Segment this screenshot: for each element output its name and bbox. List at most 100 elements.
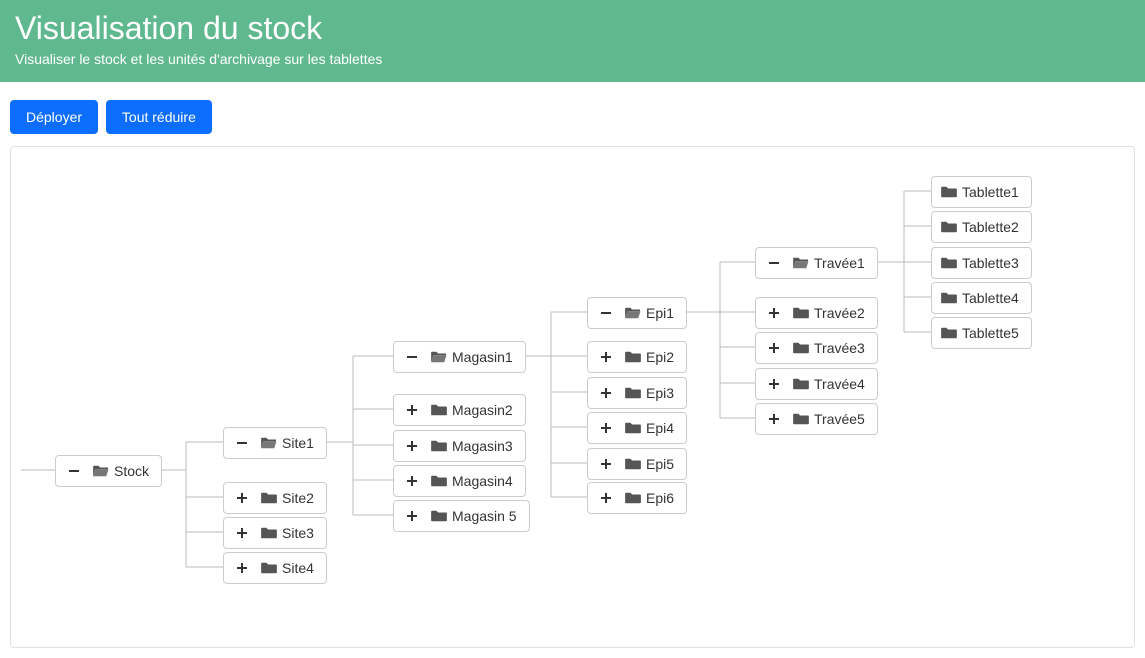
folder-icon: [940, 291, 956, 305]
node-epi6[interactable]: Epi6: [587, 482, 687, 514]
folder-icon: [624, 457, 640, 471]
node-label: Site3: [282, 525, 314, 541]
node-label: Tablette1: [962, 184, 1019, 200]
node-travee2[interactable]: Travée2: [755, 297, 878, 329]
node-label: Magasin3: [452, 438, 513, 454]
folder-icon: [260, 526, 276, 540]
plus-icon[interactable]: [402, 506, 422, 526]
node-travee3[interactable]: Travée3: [755, 332, 878, 364]
node-site4[interactable]: Site4: [223, 552, 327, 584]
folder-icon: [430, 439, 446, 453]
node-label: Travée1: [814, 255, 865, 271]
node-tablette5[interactable]: Tablette5: [931, 317, 1032, 349]
node-label: Site2: [282, 490, 314, 506]
node-magasin2[interactable]: Magasin2: [393, 394, 526, 426]
folder-icon: [792, 306, 808, 320]
folder-icon: [624, 386, 640, 400]
node-site3[interactable]: Site3: [223, 517, 327, 549]
node-epi4[interactable]: Epi4: [587, 412, 687, 444]
folder-icon: [430, 403, 446, 417]
node-tablette4[interactable]: Tablette4: [931, 282, 1032, 314]
node-label: Epi5: [646, 456, 674, 472]
node-magasin1[interactable]: Magasin1: [393, 341, 526, 373]
plus-icon[interactable]: [402, 471, 422, 491]
node-site1[interactable]: Site1: [223, 427, 327, 459]
node-epi1[interactable]: Epi1: [587, 297, 687, 329]
node-label: Epi2: [646, 349, 674, 365]
deploy-button[interactable]: Déployer: [10, 100, 98, 134]
plus-icon[interactable]: [596, 418, 616, 438]
minus-icon[interactable]: [402, 347, 422, 367]
node-epi5[interactable]: Epi5: [587, 448, 687, 480]
collapse-all-button[interactable]: Tout réduire: [106, 100, 212, 134]
plus-icon[interactable]: [402, 400, 422, 420]
node-site2[interactable]: Site2: [223, 482, 327, 514]
plus-icon[interactable]: [596, 454, 616, 474]
plus-icon[interactable]: [764, 338, 784, 358]
folder-icon: [792, 341, 808, 355]
plus-icon[interactable]: [232, 558, 252, 578]
folder-icon: [792, 377, 808, 391]
node-travee5[interactable]: Travée5: [755, 403, 878, 435]
plus-icon[interactable]: [596, 347, 616, 367]
minus-icon[interactable]: [232, 433, 252, 453]
node-label: Epi1: [646, 305, 674, 321]
toolbar: Déployer Tout réduire: [0, 100, 1145, 146]
folder-icon: [624, 491, 640, 505]
node-label: Magasin 5: [452, 508, 517, 524]
folder-icon: [624, 421, 640, 435]
node-label: Magasin1: [452, 349, 513, 365]
node-label: Travée4: [814, 376, 865, 392]
node-label: Travée5: [814, 411, 865, 427]
folder-icon: [430, 474, 446, 488]
minus-icon[interactable]: [764, 253, 784, 273]
plus-icon[interactable]: [232, 488, 252, 508]
folder-open-icon: [792, 256, 808, 270]
folder-open-icon: [260, 436, 276, 450]
plus-icon[interactable]: [764, 303, 784, 323]
node-magasin5[interactable]: Magasin 5: [393, 500, 530, 532]
minus-icon[interactable]: [596, 303, 616, 323]
plus-icon[interactable]: [764, 374, 784, 394]
folder-icon: [260, 561, 276, 575]
node-magasin4[interactable]: Magasin4: [393, 465, 526, 497]
folder-icon: [940, 326, 956, 340]
node-tablette1[interactable]: Tablette1: [931, 176, 1032, 208]
node-epi2[interactable]: Epi2: [587, 341, 687, 373]
node-label: Tablette3: [962, 255, 1019, 271]
node-label: Epi6: [646, 490, 674, 506]
page-subtitle: Visualiser le stock et les unités d'arch…: [15, 51, 1130, 67]
node-magasin3[interactable]: Magasin3: [393, 430, 526, 462]
folder-icon: [260, 491, 276, 505]
plus-icon[interactable]: [596, 383, 616, 403]
folder-icon: [940, 220, 956, 234]
plus-icon[interactable]: [764, 409, 784, 429]
node-tablette3[interactable]: Tablette3: [931, 247, 1032, 279]
node-stock[interactable]: Stock: [55, 455, 162, 487]
folder-icon: [940, 256, 956, 270]
page-title: Visualisation du stock: [15, 10, 1130, 47]
plus-icon[interactable]: [232, 523, 252, 543]
node-label: Epi3: [646, 385, 674, 401]
node-travee4[interactable]: Travée4: [755, 368, 878, 400]
node-tablette2[interactable]: Tablette2: [931, 211, 1032, 243]
plus-icon[interactable]: [596, 488, 616, 508]
folder-open-icon: [624, 306, 640, 320]
node-travee1[interactable]: Travée1: [755, 247, 878, 279]
node-label: Travée3: [814, 340, 865, 356]
node-label: Magasin2: [452, 402, 513, 418]
node-label: Travée2: [814, 305, 865, 321]
node-label: Site4: [282, 560, 314, 576]
node-label: Tablette4: [962, 290, 1019, 306]
node-epi3[interactable]: Epi3: [587, 377, 687, 409]
tree-canvas: Stock Site1 Site2 Site3 Site4 Magasin1 M…: [10, 146, 1135, 648]
node-label: Site1: [282, 435, 314, 451]
page-header: Visualisation du stock Visualiser le sto…: [0, 0, 1145, 82]
folder-icon: [792, 412, 808, 426]
node-label: Tablette2: [962, 219, 1019, 235]
node-label: Epi4: [646, 420, 674, 436]
plus-icon[interactable]: [402, 436, 422, 456]
minus-icon[interactable]: [64, 461, 84, 481]
folder-open-icon: [92, 464, 108, 478]
folder-open-icon: [430, 350, 446, 364]
